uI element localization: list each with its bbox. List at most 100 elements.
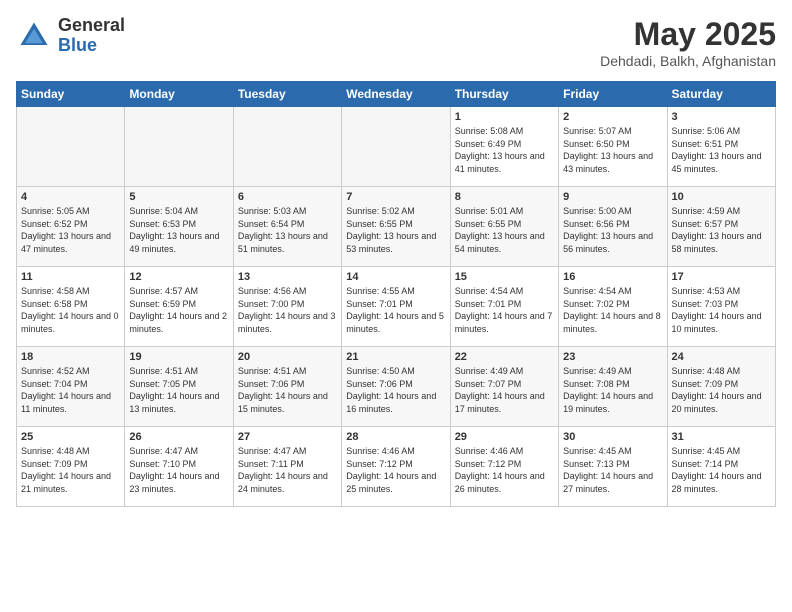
calendar-cell: 12 Sunrise: 4:57 AMSunset: 6:59 PMDayligh…: [125, 267, 233, 347]
calendar-cell: 10Sunrise: 4:59 AMSunset: 6:57 PMDayligh…: [667, 187, 775, 267]
calendar-cell: 23Sunrise: 4:49 AMSunset: 7:08 PMDayligh…: [559, 347, 667, 427]
day-number: 4: [21, 191, 120, 203]
calendar-cell: 30 Sunrise: 4:45 AMSunset: 7:13 PMDayligh…: [559, 427, 667, 507]
weekday-header-tuesday: Tuesday: [233, 82, 341, 107]
calendar-table: SundayMondayTuesdayWednesdayThursdayFrid…: [16, 81, 776, 507]
day-info: Sunrise: 5:05 AMSunset: 6:52 PMDaylight:…: [21, 205, 120, 255]
calendar-cell: 22 Sunrise: 4:49 AMSunset: 7:07 PMDayligh…: [450, 347, 558, 427]
calendar-cell: 24Sunrise: 4:48 AMSunset: 7:09 PMDayligh…: [667, 347, 775, 427]
day-info: Sunrise: 4:52 AMSunset: 7:04 PMDaylight:…: [21, 365, 120, 415]
calendar-cell: 19 Sunrise: 4:51 AMSunset: 7:05 PMDayligh…: [125, 347, 233, 427]
logo-general: General: [58, 16, 125, 36]
day-info: Sunrise: 5:08 AMSunset: 6:49 PMDaylight:…: [455, 125, 554, 175]
day-number: 28: [346, 431, 445, 443]
day-info: Sunrise: 5:02 AMSunset: 6:55 PMDaylight:…: [346, 205, 445, 255]
calendar-cell: 26 Sunrise: 4:47 AMSunset: 7:10 PMDayligh…: [125, 427, 233, 507]
calendar-cell: 29Sunrise: 4:46 AMSunset: 7:12 PMDayligh…: [450, 427, 558, 507]
calendar-cell: 6 Sunrise: 5:03 AMSunset: 6:54 PMDaylight…: [233, 187, 341, 267]
calendar-cell: 2Sunrise: 5:07 AMSunset: 6:50 PMDaylight…: [559, 107, 667, 187]
day-info: Sunrise: 4:49 AMSunset: 7:08 PMDaylight:…: [563, 365, 662, 415]
page-header: General Blue May 2025 Dehdadi, Balkh, Af…: [16, 16, 776, 69]
day-info: Sunrise: 4:45 AMSunset: 7:14 PMDaylight:…: [672, 445, 771, 495]
day-info: Sunrise: 5:01 AMSunset: 6:55 PMDaylight:…: [455, 205, 554, 255]
calendar-cell: 4 Sunrise: 5:05 AMSunset: 6:52 PMDaylight…: [17, 187, 125, 267]
calendar-week-2: 4 Sunrise: 5:05 AMSunset: 6:52 PMDaylight…: [17, 187, 776, 267]
day-number: 19: [129, 351, 228, 363]
calendar-title: May 2025: [600, 16, 776, 53]
day-number: 30: [563, 431, 662, 443]
weekday-header-sunday: Sunday: [17, 82, 125, 107]
title-block: May 2025 Dehdadi, Balkh, Afghanistan: [600, 16, 776, 69]
day-info: Sunrise: 4:48 AMSunset: 7:09 PMDaylight:…: [21, 445, 120, 495]
weekday-header-monday: Monday: [125, 82, 233, 107]
day-info: Sunrise: 4:46 AMSunset: 7:12 PMDaylight:…: [455, 445, 554, 495]
weekday-header-wednesday: Wednesday: [342, 82, 450, 107]
day-info: Sunrise: 5:00 AMSunset: 6:56 PMDaylight:…: [563, 205, 662, 255]
day-info: Sunrise: 4:57 AMSunset: 6:59 PMDaylight:…: [129, 285, 228, 335]
logo-icon: [16, 18, 52, 54]
calendar-cell: 18 Sunrise: 4:52 AMSunset: 7:04 PMDayligh…: [17, 347, 125, 427]
day-number: 20: [238, 351, 337, 363]
calendar-cell: 15 Sunrise: 4:54 AMSunset: 7:01 PMDayligh…: [450, 267, 558, 347]
day-info: Sunrise: 4:51 AMSunset: 7:05 PMDaylight:…: [129, 365, 228, 415]
day-number: 12: [129, 271, 228, 283]
calendar-cell: 9 Sunrise: 5:00 AMSunset: 6:56 PMDaylight…: [559, 187, 667, 267]
day-info: Sunrise: 4:53 AMSunset: 7:03 PMDaylight:…: [672, 285, 771, 335]
calendar-cell: 21Sunrise: 4:50 AMSunset: 7:06 PMDayligh…: [342, 347, 450, 427]
calendar-cell: [342, 107, 450, 187]
calendar-cell: 17 Sunrise: 4:53 AMSunset: 7:03 PMDayligh…: [667, 267, 775, 347]
day-info: Sunrise: 5:06 AMSunset: 6:51 PMDaylight:…: [672, 125, 771, 175]
calendar-cell: 7 Sunrise: 5:02 AMSunset: 6:55 PMDaylight…: [342, 187, 450, 267]
calendar-cell: 13 Sunrise: 4:56 AMSunset: 7:00 PMDayligh…: [233, 267, 341, 347]
day-number: 5: [129, 191, 228, 203]
day-number: 1: [455, 111, 554, 123]
day-info: Sunrise: 4:54 AMSunset: 7:02 PMDaylight:…: [563, 285, 662, 335]
day-info: Sunrise: 4:58 AMSunset: 6:58 PMDaylight:…: [21, 285, 120, 335]
day-number: 8: [455, 191, 554, 203]
calendar-subtitle: Dehdadi, Balkh, Afghanistan: [600, 53, 776, 69]
day-number: 6: [238, 191, 337, 203]
day-info: Sunrise: 4:49 AMSunset: 7:07 PMDaylight:…: [455, 365, 554, 415]
calendar-cell: 1 Sunrise: 5:08 AMSunset: 6:49 PMDaylight…: [450, 107, 558, 187]
day-number: 17: [672, 271, 771, 283]
day-info: Sunrise: 5:07 AMSunset: 6:50 PMDaylight:…: [563, 125, 662, 175]
day-number: 18: [21, 351, 120, 363]
day-number: 22: [455, 351, 554, 363]
calendar-cell: 20 Sunrise: 4:51 AMSunset: 7:06 PMDayligh…: [233, 347, 341, 427]
day-number: 15: [455, 271, 554, 283]
day-info: Sunrise: 4:45 AMSunset: 7:13 PMDaylight:…: [563, 445, 662, 495]
calendar-cell: 14Sunrise: 4:55 AMSunset: 7:01 PMDayligh…: [342, 267, 450, 347]
logo-text: General Blue: [58, 16, 125, 56]
calendar-cell: 25 Sunrise: 4:48 AMSunset: 7:09 PMDayligh…: [17, 427, 125, 507]
calendar-cell: [233, 107, 341, 187]
day-number: 9: [563, 191, 662, 203]
calendar-body: 1 Sunrise: 5:08 AMSunset: 6:49 PMDaylight…: [17, 107, 776, 507]
weekday-header-saturday: Saturday: [667, 82, 775, 107]
day-info: Sunrise: 4:59 AMSunset: 6:57 PMDaylight:…: [672, 205, 771, 255]
day-info: Sunrise: 4:48 AMSunset: 7:09 PMDaylight:…: [672, 365, 771, 415]
calendar-cell: 28Sunrise: 4:46 AMSunset: 7:12 PMDayligh…: [342, 427, 450, 507]
calendar-cell: [125, 107, 233, 187]
day-info: Sunrise: 5:03 AMSunset: 6:54 PMDaylight:…: [238, 205, 337, 255]
day-number: 26: [129, 431, 228, 443]
day-number: 13: [238, 271, 337, 283]
calendar-cell: [17, 107, 125, 187]
calendar-cell: 31 Sunrise: 4:45 AMSunset: 7:14 PMDayligh…: [667, 427, 775, 507]
logo-blue: Blue: [58, 36, 125, 56]
day-number: 25: [21, 431, 120, 443]
day-info: Sunrise: 4:51 AMSunset: 7:06 PMDaylight:…: [238, 365, 337, 415]
calendar-week-3: 11Sunrise: 4:58 AMSunset: 6:58 PMDayligh…: [17, 267, 776, 347]
weekday-header-row: SundayMondayTuesdayWednesdayThursdayFrid…: [17, 82, 776, 107]
calendar-cell: 16Sunrise: 4:54 AMSunset: 7:02 PMDayligh…: [559, 267, 667, 347]
calendar-cell: 11Sunrise: 4:58 AMSunset: 6:58 PMDayligh…: [17, 267, 125, 347]
calendar-cell: 27Sunrise: 4:47 AMSunset: 7:11 PMDayligh…: [233, 427, 341, 507]
day-info: Sunrise: 4:56 AMSunset: 7:00 PMDaylight:…: [238, 285, 337, 335]
day-number: 31: [672, 431, 771, 443]
day-number: 7: [346, 191, 445, 203]
day-info: Sunrise: 4:47 AMSunset: 7:10 PMDaylight:…: [129, 445, 228, 495]
logo: General Blue: [16, 16, 125, 56]
calendar-week-4: 18 Sunrise: 4:52 AMSunset: 7:04 PMDayligh…: [17, 347, 776, 427]
day-info: Sunrise: 4:47 AMSunset: 7:11 PMDaylight:…: [238, 445, 337, 495]
day-info: Sunrise: 4:54 AMSunset: 7:01 PMDaylight:…: [455, 285, 554, 335]
day-info: Sunrise: 4:50 AMSunset: 7:06 PMDaylight:…: [346, 365, 445, 415]
